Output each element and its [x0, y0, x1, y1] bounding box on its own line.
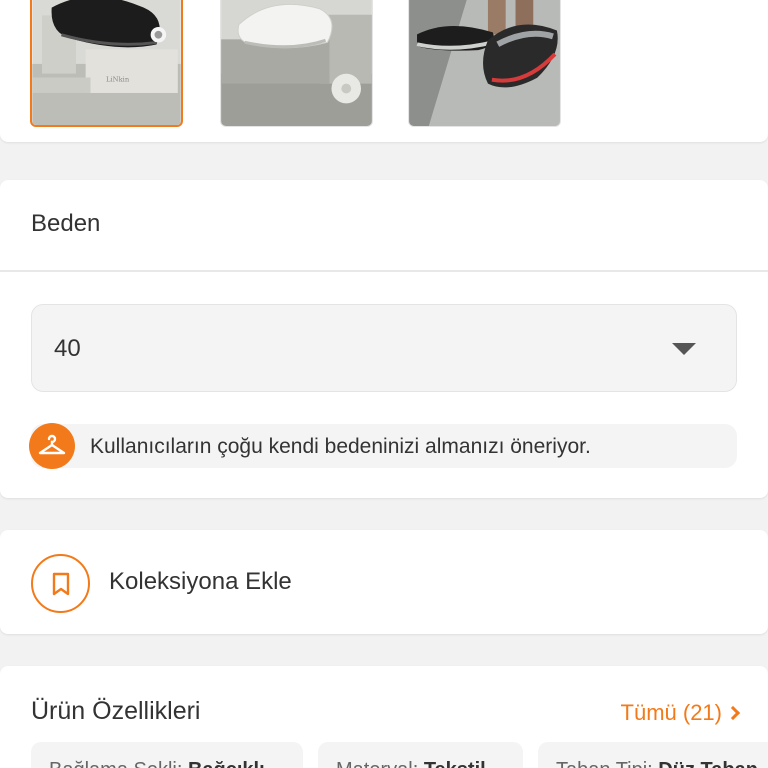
chevron-right-icon [725, 705, 741, 721]
product-thumbnail-2[interactable] [220, 0, 373, 127]
hanger-icon [29, 423, 75, 469]
divider [0, 270, 768, 272]
product-thumbnail-1[interactable]: LiNkin [30, 0, 183, 127]
size-title: Beden [31, 210, 101, 237]
hint-text: Kullanıcıların çoğu kendi bedeninizi alm… [90, 435, 591, 458]
size-select[interactable]: 40 [31, 304, 737, 392]
product-features-title: Ürün Özellikleri [31, 697, 201, 725]
features-see-all-link[interactable]: Tümü (21) [620, 700, 741, 726]
size-selected-value: 40 [54, 335, 81, 362]
size-recommendation-hint: Kullanıcıların çoğu kendi bedeninizi alm… [29, 423, 737, 469]
product-thumbnail-3[interactable] [408, 0, 561, 127]
feature-chip[interactable]: Taban Tipi: Düz Taban [538, 742, 768, 768]
feature-value: Bağcıklı [188, 759, 265, 768]
white-sneaker-image [221, 0, 372, 126]
add-to-collection-label[interactable]: Koleksiyona Ekle [109, 568, 292, 596]
svg-text:LiNkin: LiNkin [106, 75, 130, 83]
feature-chip[interactable]: Materyal: Tekstil [318, 742, 523, 768]
black-sneaker-image: LiNkin [32, 0, 181, 125]
running-sneaker-image [409, 0, 560, 126]
feature-value: Tekstil [424, 759, 486, 768]
bookmark-icon[interactable] [31, 554, 90, 613]
feature-key: Materyal: [336, 759, 424, 768]
feature-key: Taban Tipi: [556, 759, 658, 768]
feature-key: Bağlama Şekli: [49, 759, 188, 768]
chevron-down-icon [672, 343, 696, 355]
feature-chip[interactable]: Bağlama Şekli: Bağcıklı [31, 742, 303, 768]
feature-value: Düz Taban [658, 759, 758, 768]
features-see-all-label: Tümü (21) [620, 700, 722, 725]
product-thumbnails-card: LiNkin [0, 0, 768, 142]
